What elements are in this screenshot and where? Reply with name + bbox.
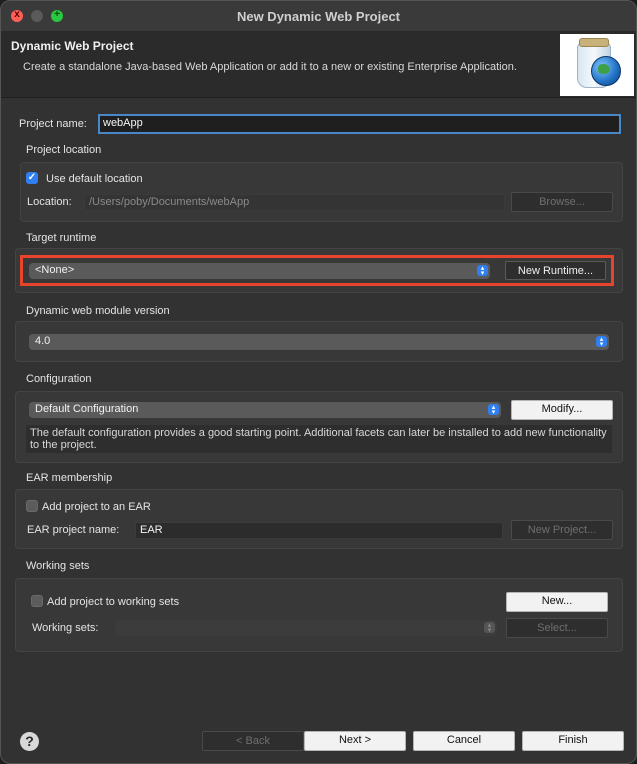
working-sets-heading: Working sets <box>26 560 90 572</box>
title-bar: x + New Dynamic Web Project <box>1 1 636 32</box>
configuration-heading: Configuration <box>26 373 92 385</box>
window-title: New Dynamic Web Project <box>236 9 401 24</box>
select-working-sets-button[interactable]: Select... <box>506 618 608 638</box>
select-arrows-icon: ▴ ▾ <box>596 336 607 348</box>
add-to-working-sets-checkbox[interactable] <box>31 595 43 607</box>
jar-globe-icon <box>560 34 634 96</box>
configuration-select[interactable]: Default Configuration ▴ ▾ <box>29 402 501 418</box>
new-working-set-button[interactable]: New... <box>506 592 608 612</box>
banner-description: Create a standalone Java-based Web Appli… <box>23 61 517 73</box>
help-icon[interactable]: ? <box>20 732 39 751</box>
wizard-banner: Dynamic Web Project Create a standalone … <box>1 32 636 98</box>
module-version-select[interactable]: 4.0 ▴ ▾ <box>29 334 609 350</box>
add-to-ear-checkbox[interactable] <box>26 500 38 512</box>
new-project-button[interactable]: New Project... <box>511 520 613 540</box>
browse-button[interactable]: Browse... <box>511 192 613 212</box>
project-name-label: Project name: <box>19 118 87 130</box>
module-version-value: 4.0 <box>35 335 51 347</box>
project-location-heading: Project location <box>26 144 102 156</box>
ear-membership-heading: EAR membership <box>26 472 113 484</box>
ear-project-name-label: EAR project name: <box>27 524 120 536</box>
working-sets-group <box>15 578 623 652</box>
working-sets-select[interactable]: ▴ ▾ <box>115 620 497 636</box>
add-to-working-sets-label: Add project to working sets <box>47 596 180 608</box>
module-version-heading: Dynamic web module version <box>26 305 170 317</box>
globe-shape <box>591 56 621 86</box>
project-name-input[interactable]: webApp <box>98 114 621 134</box>
configuration-value: Default Configuration <box>35 403 139 415</box>
finish-button[interactable]: Finish <box>522 731 624 751</box>
dialog-window: x + New Dynamic Web Project Dynamic Web … <box>0 0 637 764</box>
use-default-location-checkbox[interactable]: ✓ <box>26 172 38 184</box>
use-default-location-label: Use default location <box>46 173 143 185</box>
cancel-button[interactable]: Cancel <box>413 731 515 751</box>
add-to-ear-label: Add project to an EAR <box>42 501 151 513</box>
back-button[interactable]: < Back <box>202 731 304 751</box>
select-arrows-icon: ▴ ▾ <box>484 622 495 634</box>
modify-button[interactable]: Modify... <box>511 400 613 420</box>
location-label: Location: <box>27 196 72 208</box>
banner-title: Dynamic Web Project <box>11 39 134 53</box>
working-sets-label: Working sets: <box>32 622 99 634</box>
highlight-annotation <box>20 255 614 286</box>
jar-lid-shape <box>579 38 609 47</box>
ear-project-name-input[interactable]: EAR <box>135 522 503 539</box>
location-input[interactable]: /Users/poby/Documents/webApp <box>84 194 505 211</box>
ear-membership-group <box>15 489 623 549</box>
select-arrows-icon: ▴ ▾ <box>488 404 499 416</box>
configuration-info-text: The default configuration provides a goo… <box>26 425 612 453</box>
next-button[interactable]: Next > <box>304 731 406 751</box>
target-runtime-heading: Target runtime <box>26 232 97 244</box>
